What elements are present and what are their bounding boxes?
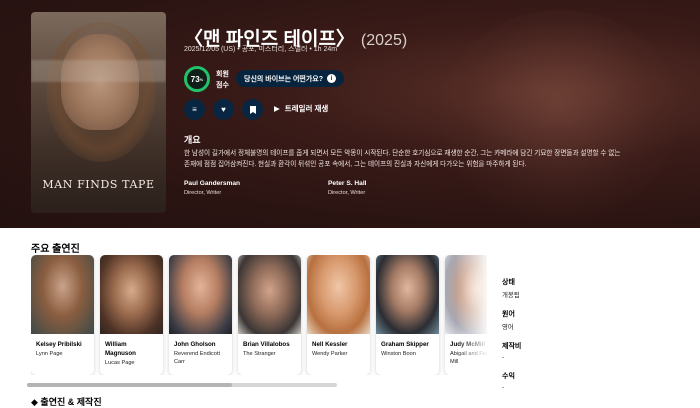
movie-poster[interactable]: MAN FINDS TAPE: [31, 12, 166, 213]
cast-card[interactable]: Kelsey Pribilski Lynn Page: [31, 255, 94, 375]
fact-original-language: 원어 영어: [502, 309, 622, 331]
cast-photo[interactable]: [238, 255, 301, 334]
cast-photo[interactable]: [169, 255, 232, 334]
crew-role: Director, Writer: [184, 190, 222, 196]
user-score-ring[interactable]: 73%: [184, 66, 210, 92]
crew-member: Peter S. Hall Director, Writer: [328, 180, 448, 196]
fact-value: 개봉됨: [502, 292, 520, 299]
user-score-unit: %: [199, 76, 204, 82]
user-score-label: 회원 점수: [216, 69, 229, 91]
cast-name[interactable]: William Magnuson: [100, 334, 163, 358]
cast-character: Wendy Parker: [312, 351, 348, 357]
fact-label: 원어: [502, 311, 515, 318]
fact-value: -: [502, 384, 505, 391]
add-to-list-button[interactable]: ≡: [184, 99, 205, 120]
play-icon: ▶: [274, 104, 280, 113]
cast-card[interactable]: William Magnuson Lucas Page: [100, 255, 163, 375]
poster-blur-band: [31, 60, 166, 82]
favorite-button[interactable]: ♥: [213, 99, 234, 120]
cast-name[interactable]: Nell Kessler: [307, 334, 370, 349]
crew-name[interactable]: Paul Gandersman: [184, 180, 304, 187]
play-trailer-label: 트레일러 재생: [284, 104, 329, 113]
cast-crew-heading[interactable]: ◆ 출연진 & 제작진: [31, 395, 102, 408]
cast-heading: 주요 출연진: [31, 244, 80, 255]
crew-name[interactable]: Peter S. Hall: [328, 180, 448, 187]
vibe-label: 당신의 바이브는 어떤가요?: [244, 75, 324, 83]
cast-card[interactable]: John Gholson Reverend Endicott Carr: [169, 255, 232, 375]
movie-year: (2025): [360, 32, 408, 49]
hero-section: MAN FINDS TAPE 〈맨 파인즈 테이프〉 (2025) 2025/12…: [0, 0, 700, 228]
cast-card[interactable]: Brian Villalobos The Stranger: [238, 255, 301, 375]
poster-title: MAN FINDS TAPE: [42, 178, 155, 191]
vibe-button[interactable]: 당신의 바이브는 어떤가요? i: [236, 70, 345, 87]
cast-name[interactable]: John Gholson: [169, 334, 232, 349]
info-icon: i: [327, 74, 337, 83]
fact-status: 상태 개봉됨: [502, 277, 622, 299]
movie-facts: 2025/12/05 (US) • 공포, 미스터리, 스릴러 • 1h 24m: [184, 46, 338, 53]
cast-name[interactable]: Kelsey Pribilski: [31, 334, 94, 349]
bookmark-icon: [249, 105, 256, 114]
cast-card[interactable]: Graham Skipper Winston Boon: [376, 255, 439, 375]
cast-photo[interactable]: [31, 255, 94, 334]
overview-heading: 개요: [184, 135, 201, 145]
cast-character: The Stranger: [243, 351, 276, 357]
cast-scroller[interactable]: Kelsey Pribilski Lynn Page William Magnu…: [31, 255, 487, 375]
cast-character: Reverend Endicott Carr: [174, 351, 221, 365]
cast-photo[interactable]: [307, 255, 370, 334]
heart-icon: ♥: [221, 105, 226, 114]
cast-scroll-fade: [456, 255, 494, 375]
side-facts: 상태 개봉됨 원어 영어 제작비 - 수익 -: [502, 277, 622, 401]
crew-member: Paul Gandersman Director, Writer: [184, 180, 304, 196]
cast-photo[interactable]: [100, 255, 163, 334]
cast-scrollbar-thumb[interactable]: [27, 383, 232, 387]
play-trailer-button[interactable]: ▶ 트레일러 재생: [274, 103, 328, 114]
cast-name[interactable]: Brian Villalobos: [238, 334, 301, 349]
list-icon: ≡: [192, 105, 197, 114]
cast-photo[interactable]: [376, 255, 439, 334]
fact-label: 수익: [502, 373, 515, 380]
cast-card[interactable]: Nell Kessler Wendy Parker: [307, 255, 370, 375]
fact-revenue: 수익 -: [502, 371, 622, 391]
fact-label: 제작비: [502, 343, 522, 350]
overview-text: 한 남성이 길가에서 정체불명의 테이프를 줍게 되면서 모든 악몽이 시작된다…: [184, 150, 621, 168]
cast-character: Lynn Page: [36, 351, 63, 357]
score-label-line-2: 점수: [216, 82, 229, 89]
user-score-value: 73: [190, 74, 200, 84]
cast-name[interactable]: Graham Skipper: [376, 334, 439, 349]
fact-budget: 제작비 -: [502, 341, 622, 361]
fact-value: -: [502, 354, 505, 361]
cast-character: Winston Boon: [381, 351, 416, 357]
score-label-line-1: 회원: [216, 71, 229, 78]
crew-role: Director, Writer: [328, 190, 366, 196]
fact-value: 영어: [502, 324, 514, 331]
cast-character: Lucas Page: [105, 360, 135, 366]
watchlist-button[interactable]: [242, 99, 263, 120]
poster-face: [61, 34, 139, 130]
fact-label: 상태: [502, 279, 515, 286]
hero-backdrop: [440, 10, 680, 220]
